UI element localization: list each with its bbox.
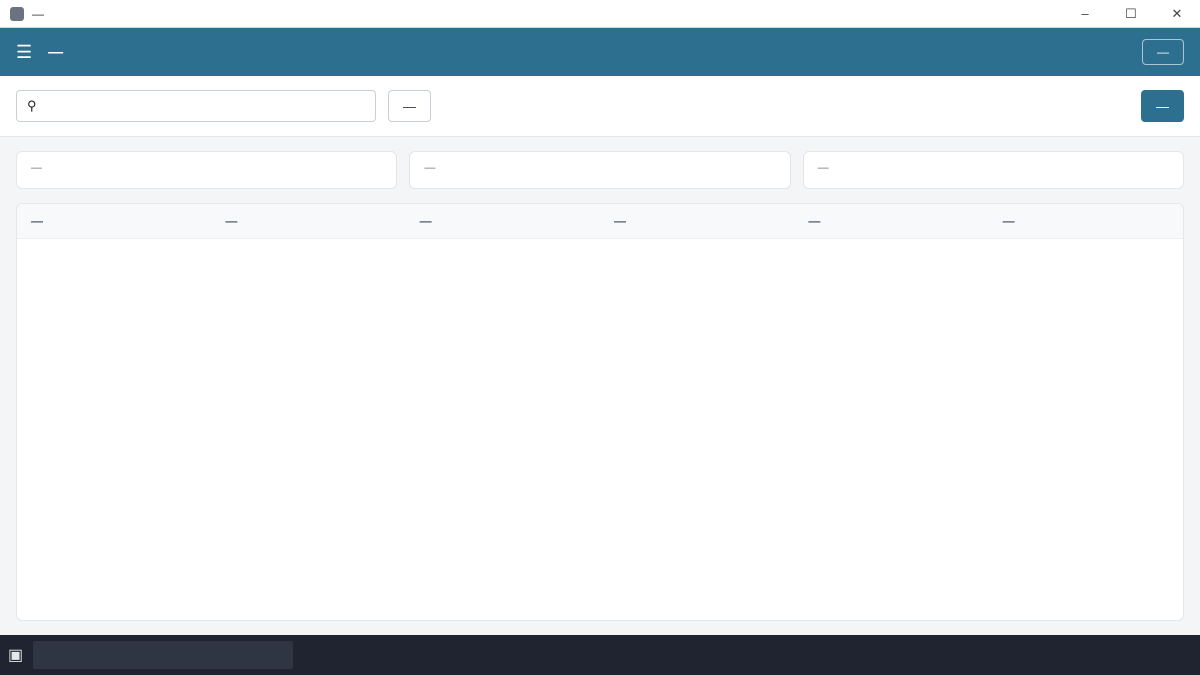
app-icon: [10, 6, 24, 21]
search-box: ⚲: [16, 90, 376, 122]
filter-label: —: [403, 98, 416, 114]
windows-start-icon[interactable]: ▣: [8, 645, 23, 665]
search-icon: ⚲: [27, 98, 37, 113]
search-input[interactable]: [44, 98, 365, 114]
column-header[interactable]: —: [405, 204, 600, 239]
schedule-appointment-button[interactable]: —: [1141, 90, 1184, 122]
schedule-appointment-label: —: [1156, 98, 1169, 114]
title-bar: — – ☐ ✕: [0, 0, 1200, 28]
app-header: ☰ — —: [0, 28, 1200, 76]
taskbar: ▣: [0, 635, 1200, 675]
taskbar-search[interactable]: [33, 641, 294, 669]
header-title: —: [48, 43, 64, 61]
maximize-icon[interactable]: ☐: [1108, 0, 1154, 28]
stat-card: —: [16, 151, 398, 189]
column-header[interactable]: —: [17, 204, 212, 239]
stat-label: —: [424, 162, 436, 174]
empty-state: [17, 239, 1183, 319]
close-icon[interactable]: ✕: [1154, 0, 1200, 28]
menu-icon[interactable]: ☰: [16, 42, 32, 63]
column-header[interactable]: —: [988, 204, 1183, 239]
column-header[interactable]: —: [794, 204, 989, 239]
stat-label: —: [817, 162, 829, 174]
stat-card: —: [409, 151, 791, 189]
appointments-table: — — — — — —: [16, 203, 1184, 621]
filter-button[interactable]: —: [388, 90, 431, 122]
toolbar: ⚲ — —: [0, 76, 1200, 137]
stat-label: —: [31, 162, 42, 174]
table-header-row: — — — — — —: [17, 204, 1183, 239]
minimize-icon[interactable]: –: [1062, 0, 1108, 28]
column-header[interactable]: —: [599, 204, 795, 239]
column-header[interactable]: —: [211, 204, 406, 239]
window-title: —: [32, 6, 44, 21]
logout-button[interactable]: —: [1142, 39, 1184, 65]
stat-card: —: [802, 151, 1184, 189]
stats-row: — — —: [0, 137, 1200, 189]
app-window: — – ☐ ✕ ☰ — — ⚲ — — — — — — — — — — — ▣: [0, 0, 1200, 675]
